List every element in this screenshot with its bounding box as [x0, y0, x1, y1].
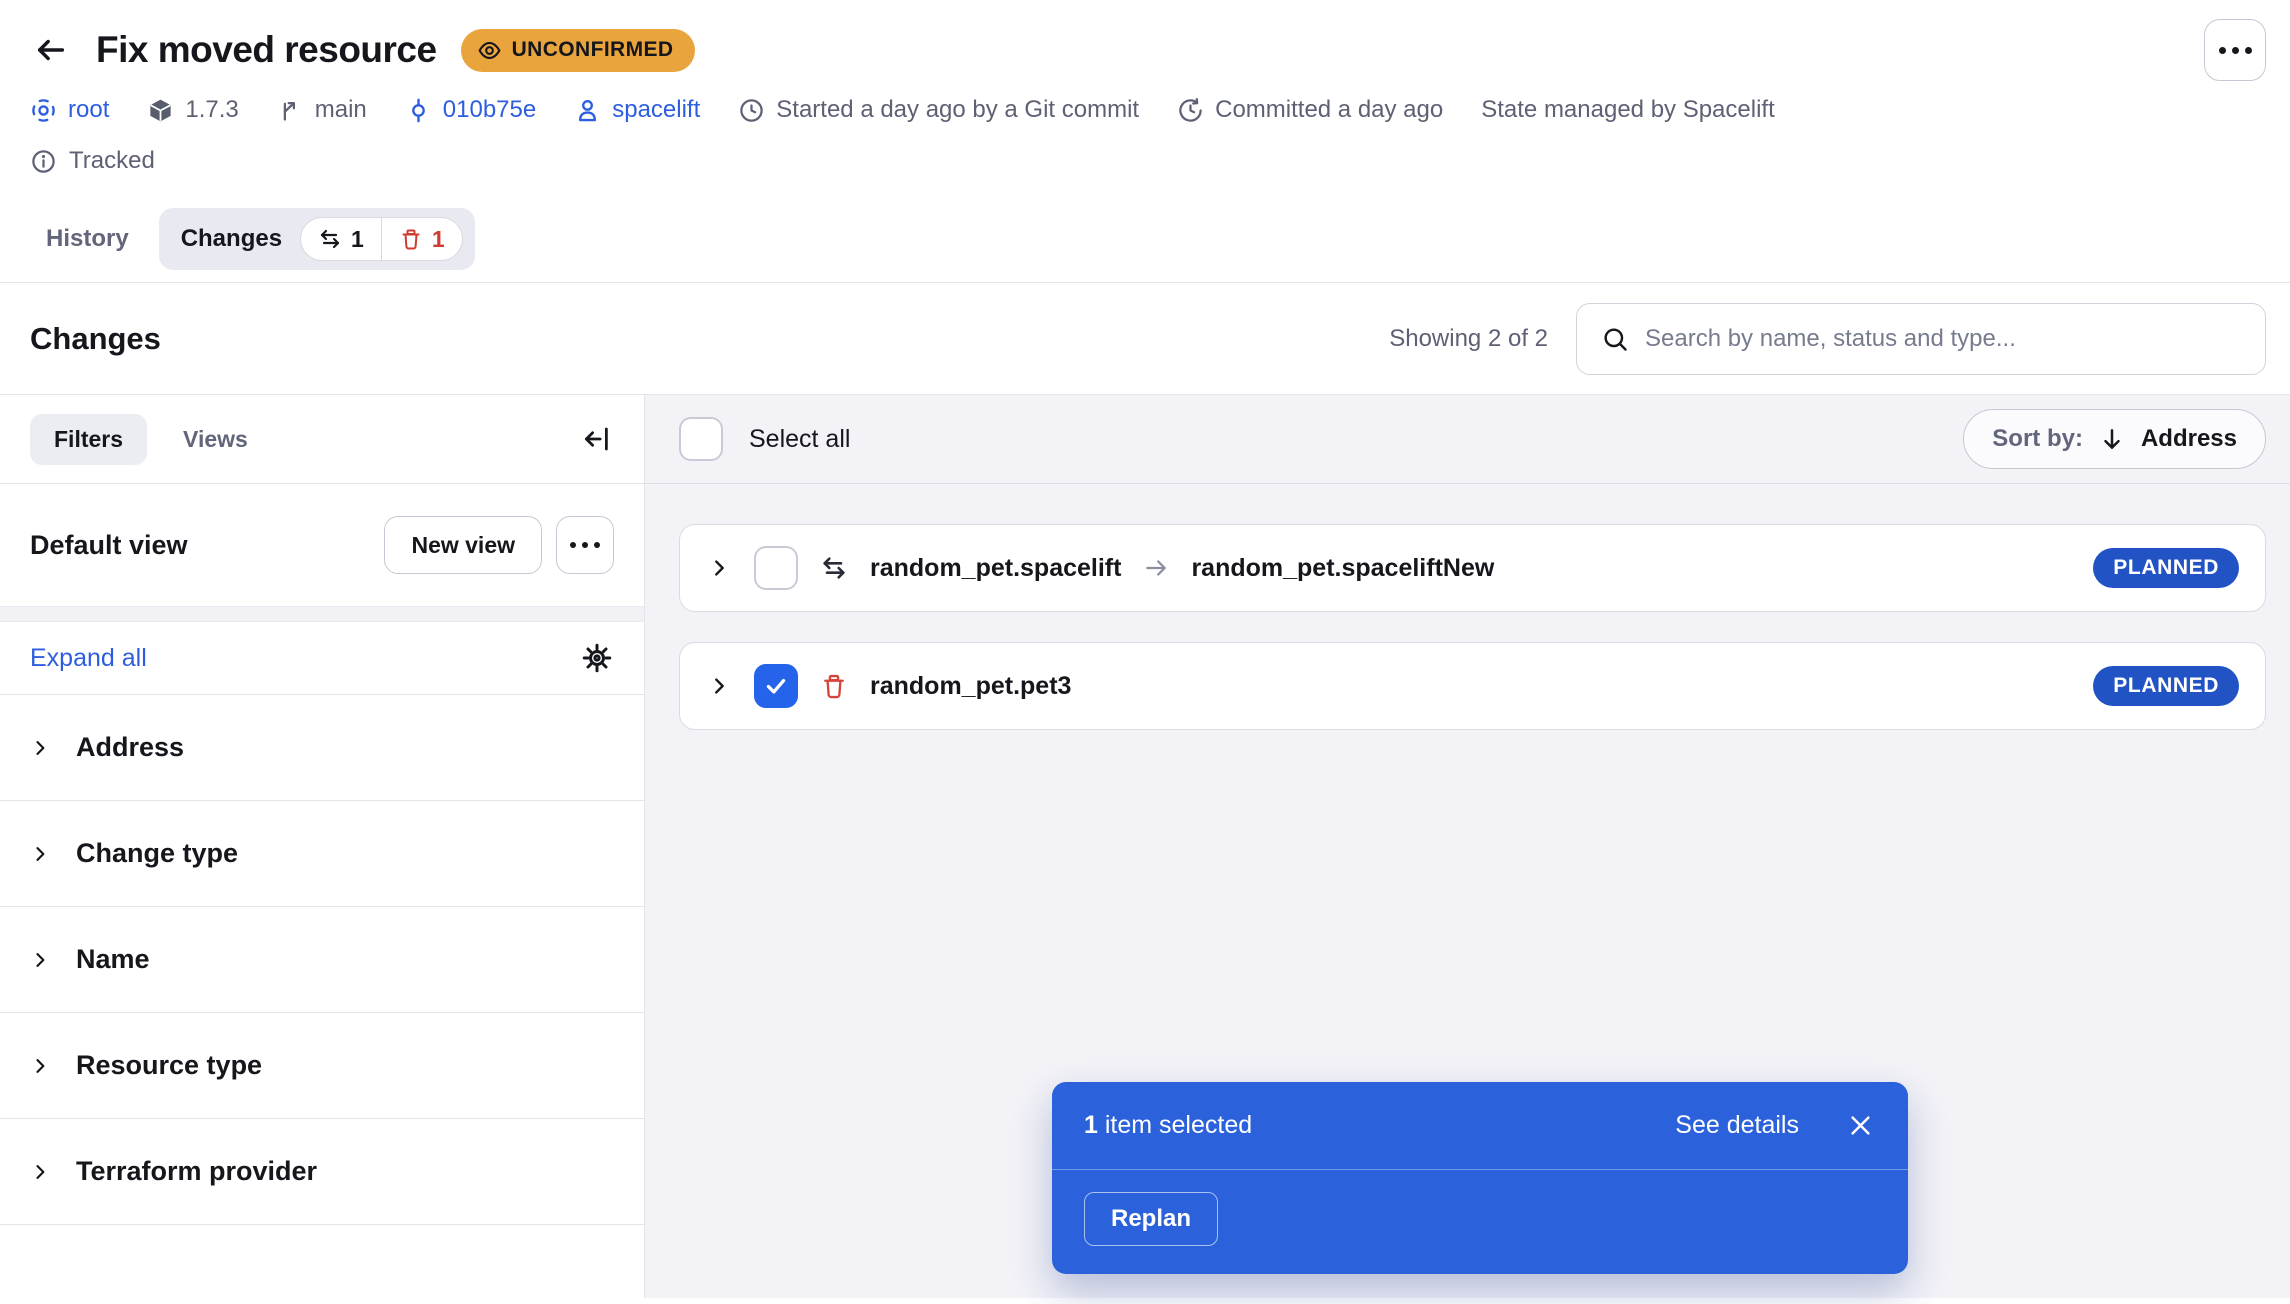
committed-info: Committed a day ago	[1177, 96, 1443, 124]
check-icon	[763, 673, 789, 699]
trash-icon	[820, 672, 848, 700]
eye-icon	[477, 38, 502, 63]
run-tabs: History Changes 1 1	[30, 196, 2266, 282]
chevron-right-icon	[708, 675, 730, 697]
back-button[interactable]	[30, 29, 72, 71]
showing-count: Showing 2 of 2	[1389, 325, 1548, 353]
chevron-right-icon	[30, 844, 50, 864]
arrow-right-icon	[1143, 555, 1169, 581]
chevron-right-icon	[30, 950, 50, 970]
collapse-panel-icon	[582, 424, 612, 454]
run-header: Fix moved resource UNCONFIRMED root 1.7.…	[0, 0, 2290, 283]
select-all-label[interactable]: Select all	[749, 425, 850, 454]
arrow-down-icon	[2099, 426, 2125, 452]
sidebar-tab-views[interactable]: Views	[183, 426, 248, 453]
search-box	[1576, 303, 2266, 375]
status-badge-planned: PLANNED	[2093, 548, 2239, 588]
filter-section-resource-type[interactable]: Resource type	[0, 1013, 644, 1118]
expand-row-button[interactable]	[706, 555, 732, 581]
status-badge-planned: PLANNED	[2093, 666, 2239, 706]
committer-link[interactable]: spacelift	[574, 96, 700, 124]
tab-history[interactable]: History	[30, 225, 145, 253]
expand-row-button[interactable]	[706, 673, 732, 699]
deleted-count: 1	[382, 226, 462, 253]
sort-by-button[interactable]: Sort by: Address	[1963, 409, 2266, 469]
run-meta-row: root 1.7.3 main 010b75e spacelift Starte…	[30, 86, 2266, 134]
selection-toast: 1 item selected See details Replan	[1052, 1082, 1908, 1274]
commit-link[interactable]: 010b75e	[405, 96, 536, 124]
branch-icon	[277, 97, 304, 124]
tracked-label: Tracked	[69, 147, 155, 175]
tab-changes[interactable]: Changes 1 1	[159, 208, 475, 270]
status-badge-unconfirmed: UNCONFIRMED	[461, 29, 696, 72]
search-icon	[1601, 325, 1629, 353]
row-checkbox[interactable]	[754, 546, 798, 590]
change-counts-badge: 1 1	[300, 217, 463, 261]
gear-icon	[582, 643, 612, 673]
resource-row-deleted: random_pet.pet3 PLANNED	[679, 642, 2266, 730]
view-options-button[interactable]	[556, 516, 614, 574]
tab-changes-label: Changes	[181, 225, 282, 253]
close-icon	[1847, 1112, 1874, 1139]
resource-row-moved: random_pet.spacelift random_pet.spacelif…	[679, 524, 2266, 612]
search-input[interactable]	[1645, 325, 2241, 353]
swap-icon	[820, 554, 848, 582]
collapse-sidebar-button[interactable]	[580, 422, 614, 456]
new-view-button[interactable]: New view	[384, 516, 542, 574]
terraform-version: 1.7.3	[147, 96, 238, 124]
started-info: Started a day ago by a Git commit	[738, 96, 1139, 124]
arrow-left-icon	[34, 33, 68, 67]
commit-icon	[405, 97, 432, 124]
moved-count: 1	[301, 226, 381, 253]
current-view-name: Default view	[30, 530, 188, 561]
info-icon[interactable]	[30, 148, 57, 175]
replan-button[interactable]: Replan	[1084, 1192, 1218, 1246]
row-checkbox-checked[interactable]	[754, 664, 798, 708]
changes-section-header: Changes Showing 2 of 2	[0, 283, 2290, 395]
expand-all-link[interactable]: Expand all	[30, 644, 147, 673]
chevron-right-icon	[708, 557, 730, 579]
clock-icon	[738, 97, 765, 124]
branch-name: main	[277, 96, 367, 124]
resource-from-name: random_pet.spacelift	[870, 554, 1121, 583]
cube-icon	[147, 97, 174, 124]
chevron-right-icon	[30, 738, 50, 758]
filter-section-address[interactable]: Address	[0, 695, 644, 800]
filters-sidebar: Filters Views Default view New view Expa…	[0, 395, 645, 1298]
select-all-checkbox[interactable]	[679, 417, 723, 461]
swap-icon	[318, 227, 342, 251]
section-title: Changes	[30, 321, 161, 357]
history-clock-icon	[1177, 97, 1204, 124]
page-title: Fix moved resource	[96, 29, 437, 71]
filter-section-name[interactable]: Name	[0, 907, 644, 1012]
stack-link[interactable]: root	[30, 96, 109, 124]
see-details-link[interactable]: See details	[1675, 1111, 1799, 1140]
filter-settings-button[interactable]	[580, 641, 614, 675]
status-badge-label: UNCONFIRMED	[512, 38, 674, 62]
close-toast-button[interactable]	[1845, 1110, 1876, 1141]
state-managed-info: State managed by Spacelift	[1481, 96, 1775, 124]
run-actions-button[interactable]	[2204, 19, 2266, 81]
sidebar-tab-filters[interactable]: Filters	[30, 414, 147, 465]
resource-to-name: random_pet.spaceliftNew	[1191, 554, 1494, 583]
filter-section-terraform-provider[interactable]: Terraform provider	[0, 1119, 644, 1224]
person-icon	[574, 97, 601, 124]
trash-icon	[399, 227, 423, 251]
ellipsis-icon	[2219, 47, 2226, 54]
resource-name: random_pet.pet3	[870, 672, 1071, 701]
selection-count-message: 1 item selected	[1084, 1111, 1252, 1140]
sidebar-separator-band	[0, 606, 644, 622]
filter-section-change-type[interactable]: Change type	[0, 801, 644, 906]
chevron-right-icon	[30, 1162, 50, 1182]
tracked-row: Tracked	[30, 134, 2266, 188]
chevron-right-icon	[30, 1056, 50, 1076]
space-icon	[30, 97, 57, 124]
